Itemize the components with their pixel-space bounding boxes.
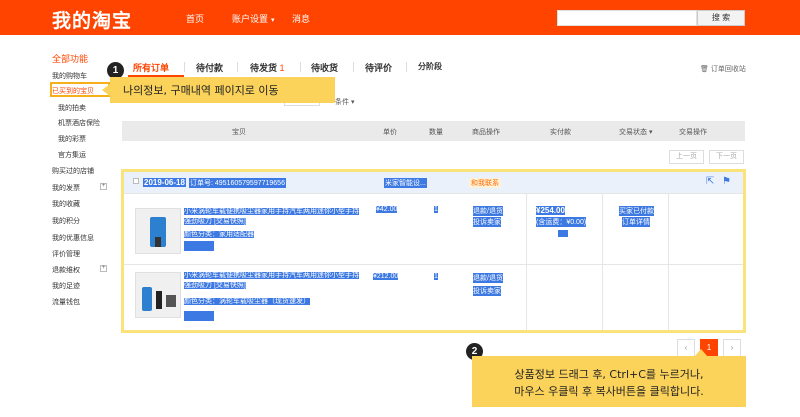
logo[interactable]: 我的淘宝 [52, 6, 132, 33]
tooltip-step-2: 상품정보 드래그 후, Ctrl+C를 누르거나, 마우스 우클릭 후 복사버튼… [472, 356, 746, 407]
col-status[interactable]: 交易状态 ▾ [619, 127, 652, 137]
highlight-box [50, 82, 110, 97]
sidebar-item-favorites[interactable]: 我的收藏 [52, 199, 80, 209]
sidebar-item-shipping[interactable]: 官方集运 [58, 150, 86, 160]
col-trade-ops: 交易操作 [679, 129, 707, 136]
screen: 我的淘宝 首页 账户设置 ▾ 消息 搜 索 全部功能 我的购物车 已买到的宝贝 我… [0, 0, 800, 417]
sidebar-item-lottery[interactable]: 我的彩票 [58, 134, 86, 144]
col-price: 单价 [383, 129, 397, 136]
nav-messages[interactable]: 消息 [292, 12, 310, 25]
expand-icon[interactable]: + [100, 265, 107, 272]
sidebar-item-footprint[interactable]: 我的足迹 [52, 281, 80, 291]
sidebar-item-auction[interactable]: 我的拍卖 [58, 103, 86, 113]
tab-count: 1 [279, 63, 285, 73]
tooltip-step-1: 나의정보, 구매내역 페이지로 이동 [110, 77, 335, 103]
col-qty: 数量 [429, 129, 443, 136]
tab-pending-shipment[interactable]: 待发货 1 [250, 61, 285, 74]
sidebar-item-points[interactable]: 我的积分 [52, 216, 80, 226]
search-button[interactable]: 搜 索 [697, 10, 745, 26]
recycle-label: 订单回收站 [710, 66, 746, 73]
filter-label: 条件 [335, 99, 349, 106]
tooltip-line-2: 마우스 우클릭 후 복사버튼을 클릭합니다. [514, 385, 704, 398]
tab-all-orders[interactable]: 所有订单 [133, 61, 169, 74]
sidebar-item-coupons[interactable]: 我的优惠信息 [52, 233, 94, 243]
col-paid: 实付款 [550, 129, 571, 136]
search-input[interactable] [557, 10, 697, 26]
sidebar-item-shops[interactable]: 购买过的店铺 [52, 166, 94, 176]
sidebar-item-cart[interactable]: 我的购物车 [52, 71, 87, 81]
sidebar-item-refunds[interactable]: 退款维权 [52, 265, 80, 275]
nav-account-label: 账户设置 [232, 14, 269, 24]
expand-icon[interactable]: + [100, 183, 107, 190]
sidebar-item-data-wallet[interactable]: 流量钱包 [52, 297, 80, 307]
tooltip-line-1: 상품정보 드래그 후, Ctrl+C를 누르거나, [514, 368, 704, 381]
tab-pending-review[interactable]: 待评价 [365, 61, 392, 74]
sidebar-item-travel[interactable]: 机票酒店保险 [58, 118, 100, 128]
sidebar-item-reviews[interactable]: 评价管理 [52, 249, 80, 259]
tab-divider [237, 62, 238, 72]
trash-icon: 🗑 [700, 66, 709, 73]
prev-page-button[interactable]: 上一页 [669, 150, 704, 164]
recycle-bin-link[interactable]: 🗑 订单回收站 [700, 64, 746, 74]
pagination-prev[interactable]: ‹ [677, 339, 695, 357]
nav-account-settings[interactable]: 账户设置 ▾ [232, 12, 275, 25]
sidebar-title: 全部功能 [52, 54, 89, 64]
col-status-label: 交易状态 [619, 129, 647, 136]
tab-divider [406, 62, 407, 72]
tab-label: 待发货 [250, 63, 278, 73]
selection-highlight-frame [121, 169, 746, 333]
pagination-next[interactable]: › [723, 339, 741, 357]
tooltip-arrow [102, 84, 110, 96]
tab-installment[interactable]: 分阶段 [418, 61, 442, 72]
nav-home[interactable]: 首页 [186, 12, 204, 25]
tab-divider [184, 62, 185, 72]
sidebar-item-invoice[interactable]: 我的发票 [52, 183, 80, 193]
tab-pending-payment[interactable]: 待付款 [196, 61, 223, 74]
tab-divider [300, 62, 301, 72]
tab-divider [353, 62, 354, 72]
col-item-ops: 商品操作 [472, 129, 500, 136]
chevron-down-icon: ▾ [271, 17, 275, 24]
tab-pending-receipt[interactable]: 待收货 [311, 61, 338, 74]
next-page-button[interactable]: 下一页 [709, 150, 744, 164]
col-item: 宝贝 [232, 129, 246, 136]
filter-condition[interactable]: 条件 ▾ [335, 97, 354, 107]
